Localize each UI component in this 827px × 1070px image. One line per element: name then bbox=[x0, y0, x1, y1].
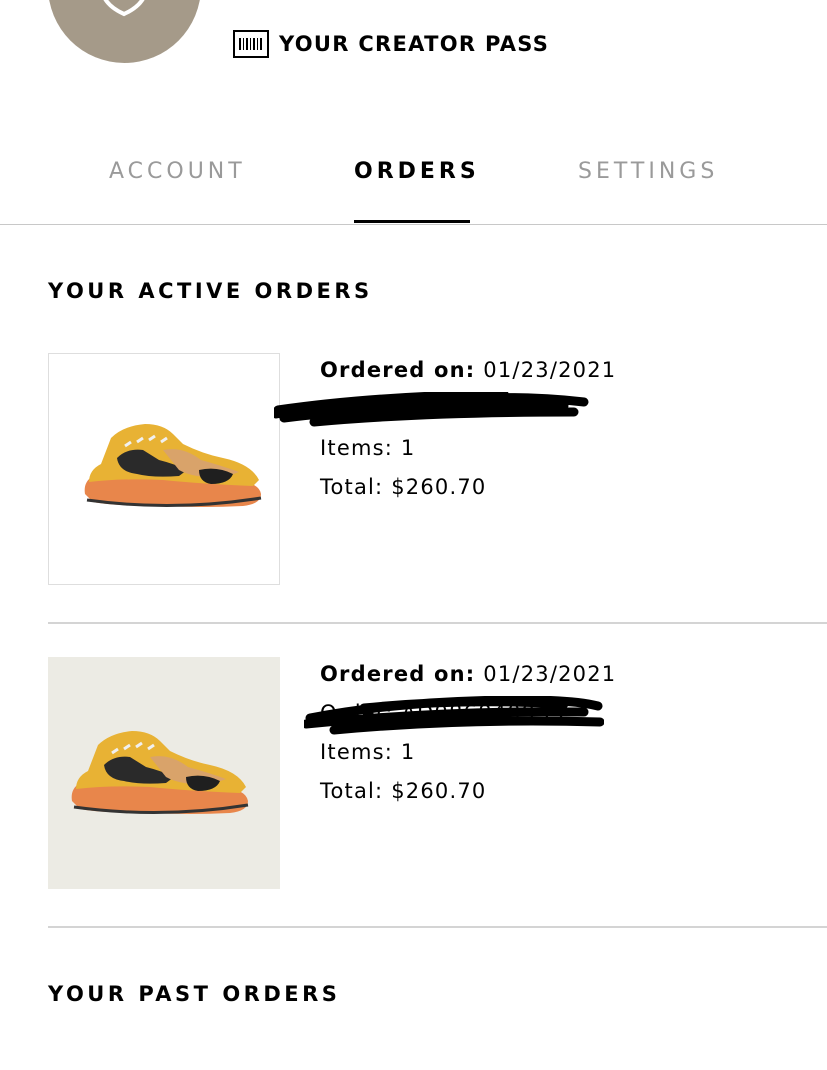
order-1-total: Total: $260.70 bbox=[320, 468, 616, 507]
ordered-on-label: Ordered on: bbox=[320, 358, 476, 382]
shield-icon bbox=[103, 0, 145, 17]
tab-account[interactable]: ACCOUNT bbox=[109, 156, 246, 188]
tabs-divider bbox=[0, 224, 827, 225]
past-orders-title: YOUR PAST ORDERS bbox=[48, 982, 341, 1006]
total-label: Total: bbox=[320, 779, 384, 803]
order-2-image[interactable] bbox=[48, 657, 280, 889]
ordered-on-value: 01/23/2021 bbox=[483, 358, 617, 382]
total-label: Total: bbox=[320, 475, 384, 499]
active-tab-indicator bbox=[354, 220, 470, 223]
order-1-number: Order: AD086840920 bbox=[274, 390, 616, 429]
creator-pass-label: YOUR CREATOR PASS bbox=[279, 32, 550, 56]
sneaker-image bbox=[71, 731, 249, 815]
order-2-ordered-on: Ordered on: 01/23/2021 bbox=[320, 655, 616, 694]
order-1-items: Items: 1 bbox=[320, 429, 616, 468]
total-value: $260.70 bbox=[391, 475, 487, 499]
order-divider bbox=[48, 926, 827, 928]
avatar[interactable] bbox=[48, 0, 201, 63]
order-2-items: Items: 1 bbox=[320, 733, 616, 772]
order-2-total: Total: $260.70 bbox=[320, 772, 616, 811]
order-2-details: Ordered on: 01/23/2021 Order: AD08684093… bbox=[304, 655, 616, 811]
redaction-scribble bbox=[304, 696, 604, 735]
active-orders-title: YOUR ACTIVE ORDERS bbox=[48, 279, 373, 303]
barcode-icon bbox=[233, 30, 269, 58]
ordered-on-value: 01/23/2021 bbox=[483, 662, 617, 686]
order-1-ordered-on: Ordered on: 01/23/2021 bbox=[320, 351, 616, 390]
redaction-scribble bbox=[274, 392, 589, 427]
items-label: Items: bbox=[320, 436, 394, 460]
ordered-on-label: Ordered on: bbox=[320, 662, 476, 686]
items-value: 1 bbox=[400, 740, 416, 764]
items-value: 1 bbox=[400, 436, 416, 460]
order-1-image[interactable] bbox=[48, 353, 280, 585]
creator-pass-link[interactable]: YOUR CREATOR PASS bbox=[233, 27, 549, 61]
order-1-details: Ordered on: 01/23/2021 Order: AD08684092… bbox=[274, 351, 616, 507]
items-label: Items: bbox=[320, 740, 394, 764]
tab-orders[interactable]: ORDERS bbox=[354, 156, 480, 188]
total-value: $260.70 bbox=[391, 779, 487, 803]
sneaker-image bbox=[84, 424, 262, 508]
tab-settings[interactable]: SETTINGS bbox=[578, 156, 718, 188]
order-divider bbox=[48, 622, 827, 624]
order-2-number: Order: AD086840935 bbox=[304, 694, 616, 735]
